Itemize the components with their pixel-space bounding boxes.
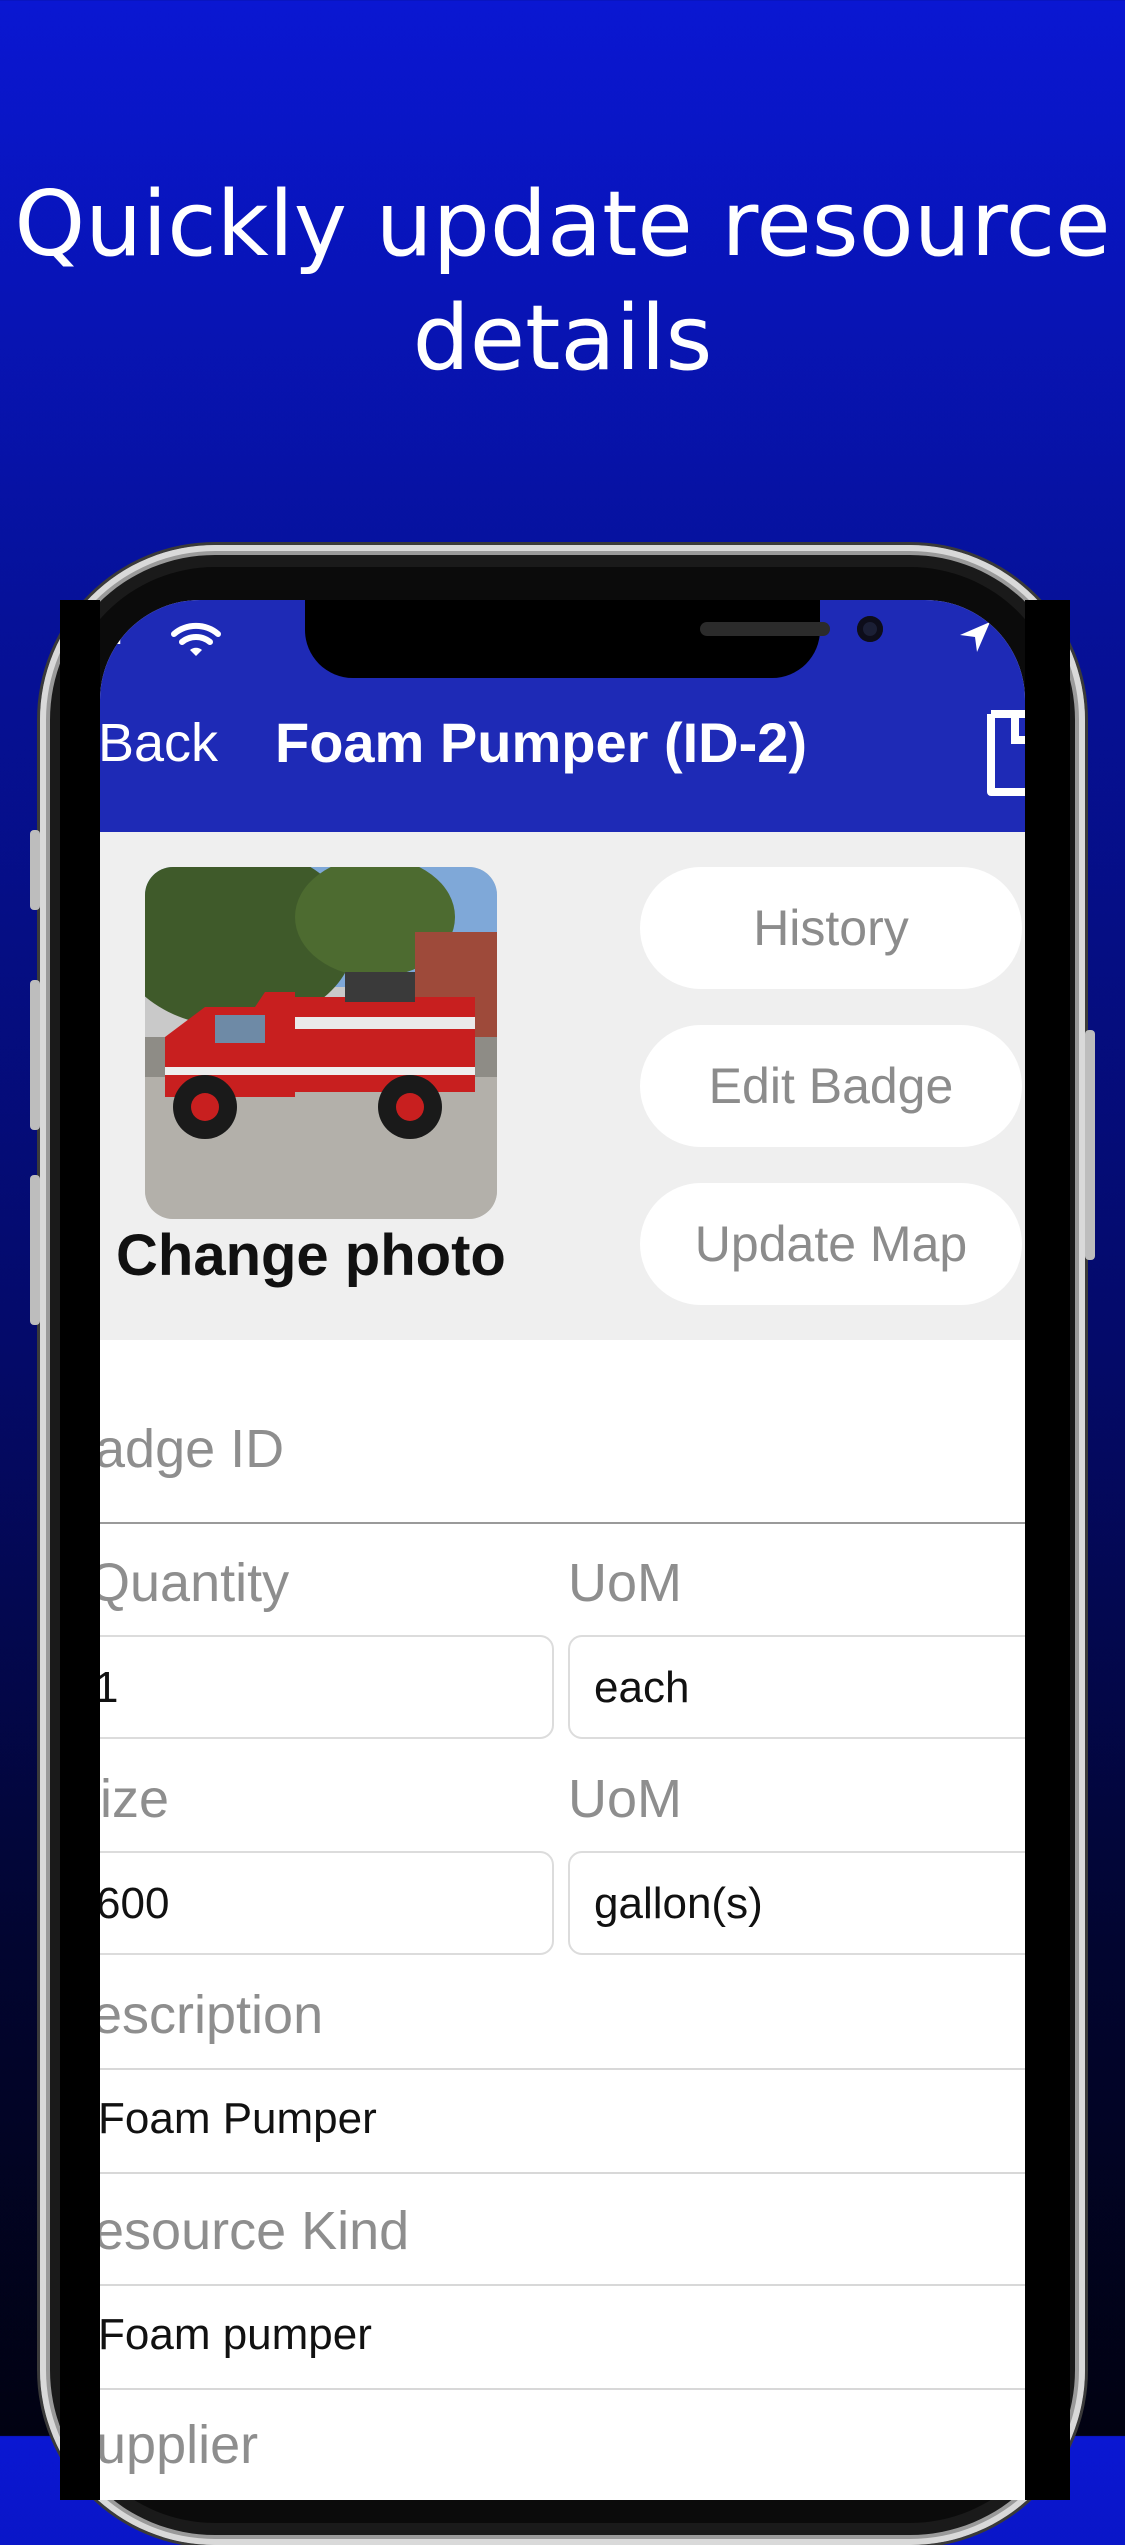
description-label: escription xyxy=(100,1985,324,2045)
bezel-left xyxy=(60,600,100,2500)
resource-photo[interactable] xyxy=(145,867,497,1219)
quantity-value: 1 xyxy=(100,1663,119,1712)
description-input[interactable]: Foam Pumper xyxy=(100,2094,377,2144)
quantity-uom-value: each xyxy=(594,1663,690,1712)
quantity-uom-label: UoM xyxy=(568,1553,683,1613)
page-title: Foam Pumper (ID-2) xyxy=(275,711,808,774)
volume-up-button xyxy=(30,980,40,1130)
headline-line-1: Quickly update resource xyxy=(14,172,1111,277)
badge-id-field[interactable]: adge ID xyxy=(100,1418,284,1480)
earpiece-speaker xyxy=(700,622,830,636)
resource-kind-top-divider xyxy=(100,2284,1025,2286)
quantity-label: Quantity xyxy=(100,1553,290,1613)
resource-kind-bottom-divider xyxy=(100,2388,1025,2390)
front-camera xyxy=(857,616,883,642)
mute-switch xyxy=(30,830,40,910)
size-uom-label: UoM xyxy=(568,1769,683,1829)
notch xyxy=(305,600,883,678)
description-top-divider xyxy=(100,2068,1025,2070)
size-input[interactable]: 600 xyxy=(100,1851,554,1955)
update-map-button[interactable]: Update Map xyxy=(640,1183,1022,1305)
size-label: ize xyxy=(100,1769,170,1829)
quantity-input[interactable]: 1 xyxy=(100,1635,554,1739)
description-bottom-divider xyxy=(100,2172,1025,2174)
size-uom-value: gallon(s) xyxy=(594,1879,763,1928)
bezel-right xyxy=(1025,600,1070,2500)
quantity-uom-select[interactable]: each xyxy=(568,1635,1025,1739)
location-arrow-icon xyxy=(960,622,990,652)
badge-id-underline xyxy=(100,1522,1025,1524)
carrier-label: er xyxy=(100,614,127,652)
history-button[interactable]: History xyxy=(640,867,1022,989)
app-screen: er Back Foam Pumper (ID-2) Change photo … xyxy=(100,600,1025,2500)
size-uom-select[interactable]: gallon(s) xyxy=(568,1851,1025,1955)
resource-kind-input[interactable]: Foam pumper xyxy=(100,2310,372,2360)
power-button xyxy=(1085,1030,1095,1260)
wifi-icon xyxy=(171,622,221,656)
navigation-bar: er Back Foam Pumper (ID-2) xyxy=(100,600,1025,832)
resource-kind-label: esource Kind xyxy=(100,2201,410,2261)
fire-truck-image xyxy=(145,867,497,1219)
back-button[interactable]: Back xyxy=(100,712,218,774)
volume-down-button xyxy=(30,1175,40,1325)
size-value: 600 xyxy=(100,1879,170,1928)
headline-line-2: details xyxy=(412,286,713,391)
headline: Quickly update resource details xyxy=(0,168,1125,396)
change-photo-button[interactable]: Change photo xyxy=(116,1222,506,1289)
edit-badge-button[interactable]: Edit Badge xyxy=(640,1025,1022,1147)
supplier-label: upplier xyxy=(100,2415,259,2475)
resource-header: Change photo History Edit Badge Update M… xyxy=(100,832,1025,1340)
save-icon[interactable] xyxy=(985,710,1025,796)
